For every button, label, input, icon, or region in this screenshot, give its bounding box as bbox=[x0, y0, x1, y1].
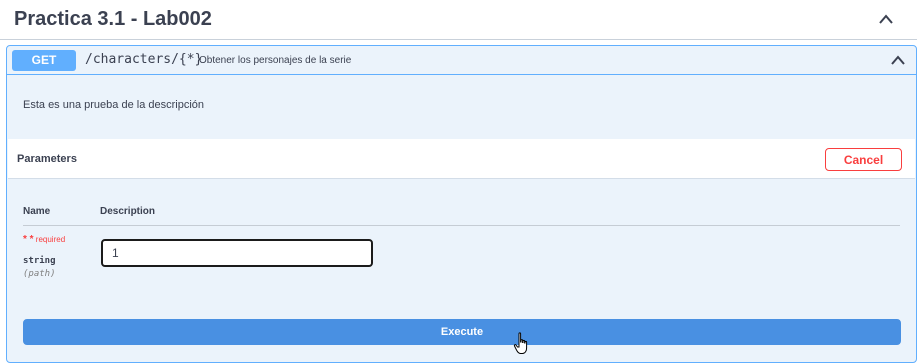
cancel-button[interactable]: Cancel bbox=[825, 148, 902, 171]
required-label: required bbox=[35, 235, 66, 244]
chevron-up-icon[interactable] bbox=[890, 53, 906, 67]
required-marker: * * bbox=[23, 234, 34, 245]
parameters-title: Parameters bbox=[17, 153, 77, 165]
column-header-name: Name bbox=[23, 206, 51, 217]
required-indicator: * * required bbox=[23, 234, 65, 245]
operation-description: Esta es una prueba de la descripción bbox=[23, 99, 205, 111]
operation-path: /characters/{*} bbox=[85, 52, 203, 67]
parameter-type: string bbox=[23, 256, 56, 266]
method-badge: GET bbox=[12, 50, 76, 71]
parameters-header: Parameters Cancel bbox=[8, 139, 915, 179]
table-header-divider bbox=[23, 225, 900, 226]
operation-summary[interactable]: GET /characters/{*} Obtener los personaj… bbox=[7, 46, 916, 75]
tag-title: Practica 3.1 - Lab002 bbox=[14, 8, 212, 30]
tag-section-header[interactable]: Practica 3.1 - Lab002 bbox=[0, 0, 917, 40]
chevron-up-icon[interactable] bbox=[876, 11, 896, 27]
parameter-location: (path) bbox=[23, 269, 56, 279]
execute-button[interactable]: Execute bbox=[23, 319, 901, 345]
hand-pointer-icon bbox=[513, 332, 528, 354]
operation-block: GET /characters/{*} Obtener los personaj… bbox=[6, 45, 917, 363]
operation-summary-text: Obtener los personajes de la serie bbox=[199, 55, 352, 66]
column-header-description: Description bbox=[100, 206, 156, 217]
parameter-value-input[interactable] bbox=[101, 239, 373, 267]
